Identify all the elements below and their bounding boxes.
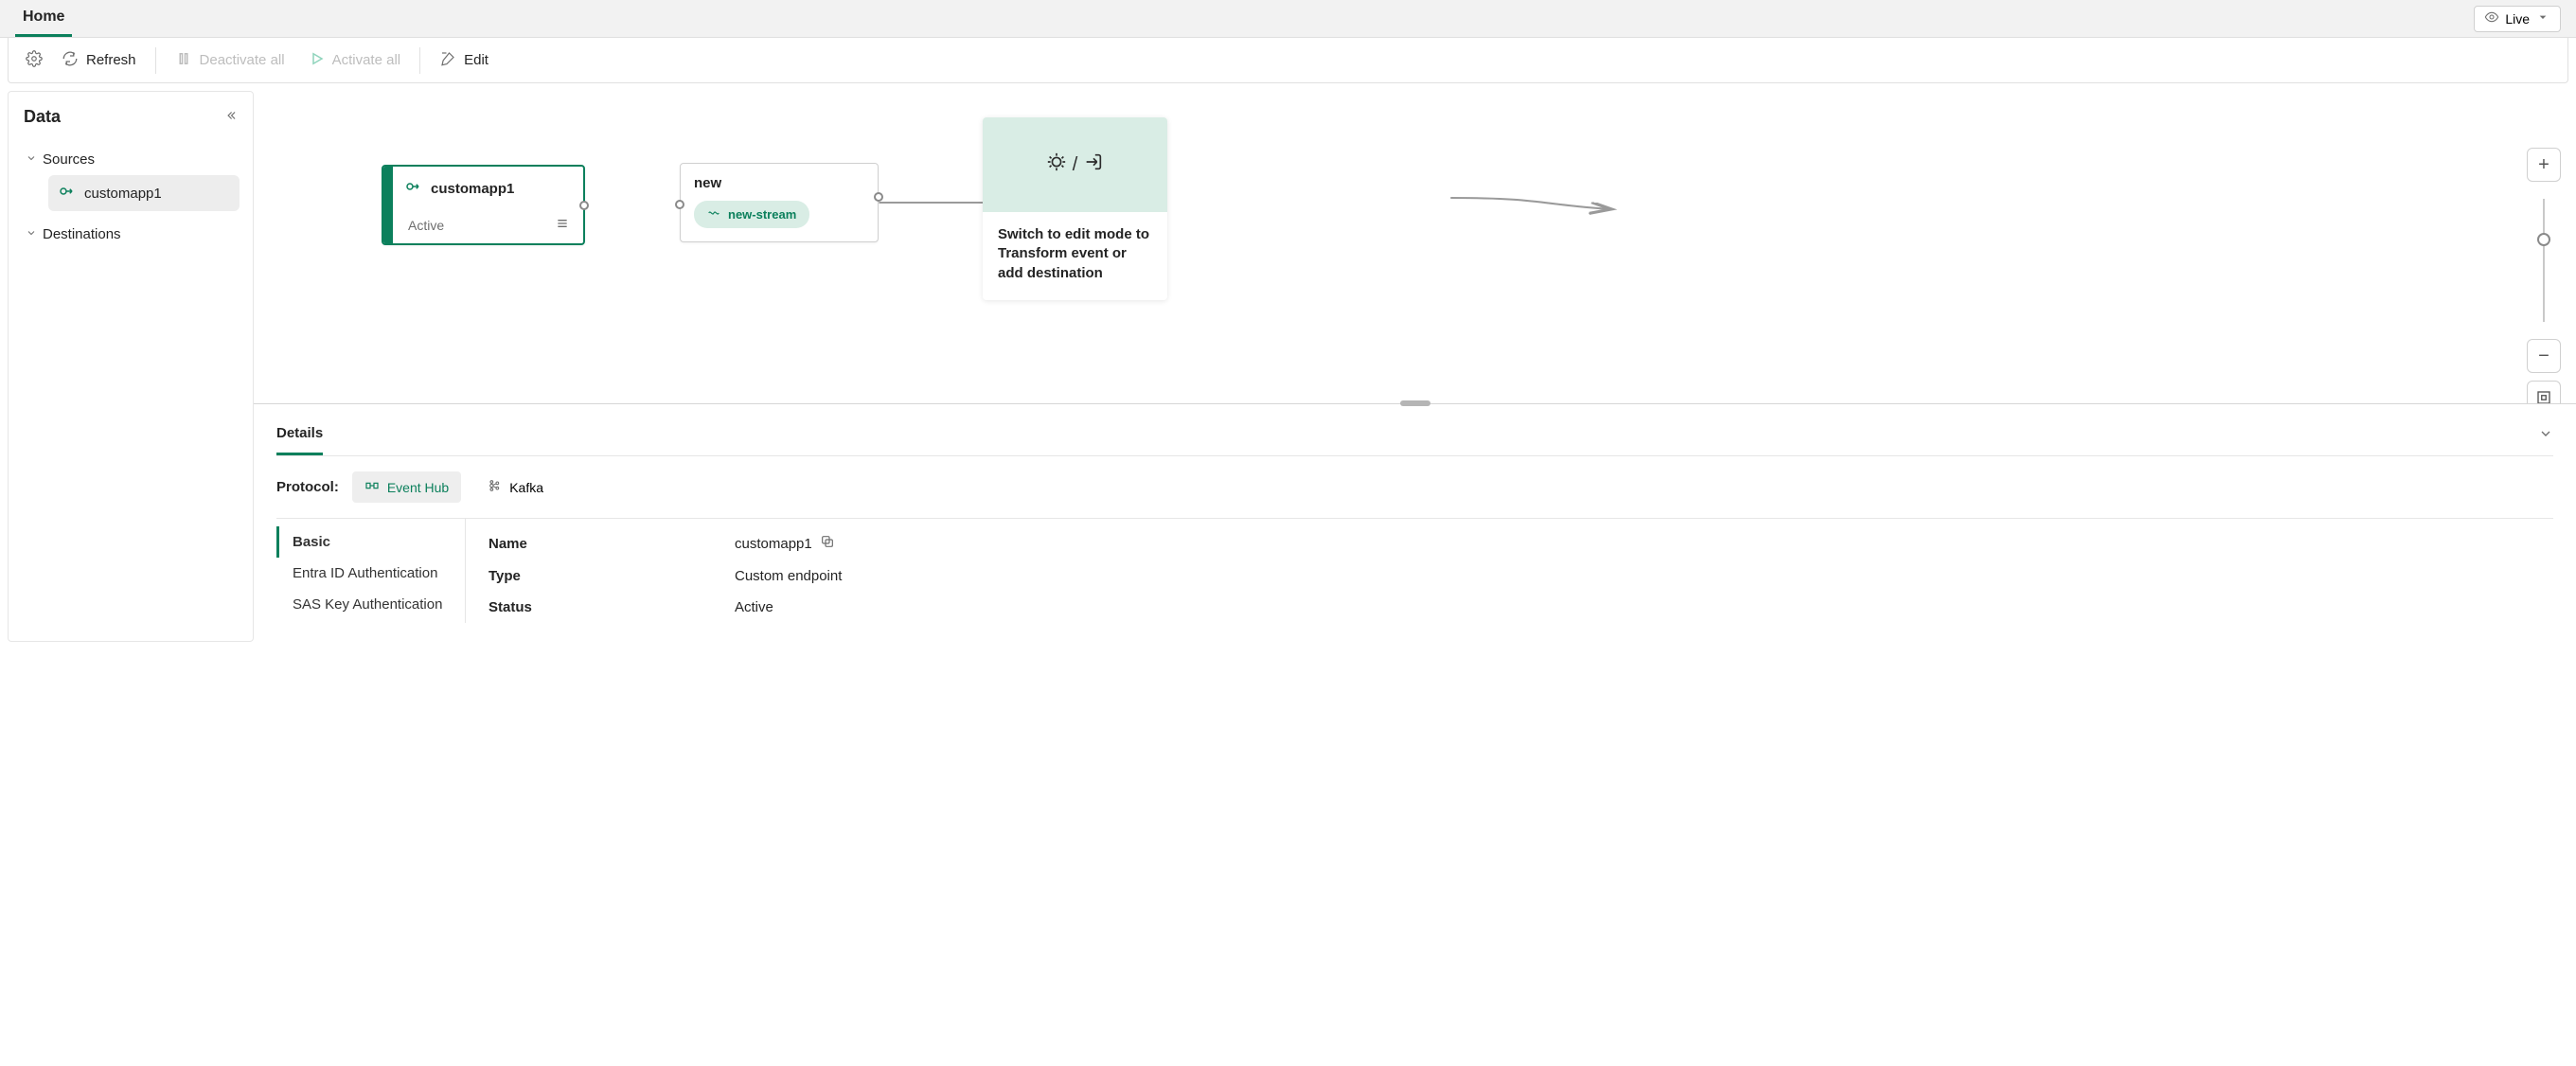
settings-button[interactable] [18,44,50,77]
deactivate-all-label: Deactivate all [200,52,285,68]
zoom-in-button[interactable]: + [2527,148,2561,182]
field-type-label: Type [489,568,735,584]
source-item-customapp1[interactable]: customapp1 [48,175,240,211]
details-tab-label: Details [276,425,323,441]
toolbar: Refresh Deactivate all Activate all Edit [8,38,2568,83]
live-label: Live [2505,11,2530,27]
zoom-fit-button[interactable] [2527,381,2561,403]
stream-pill[interactable]: new-stream [694,201,809,228]
node-stream-title: new [694,175,864,191]
refresh-button[interactable]: Refresh [50,44,148,77]
zoom-controls: + − [2527,148,2561,403]
zoom-thumb[interactable] [2537,233,2550,246]
zoom-out-button[interactable]: − [2527,339,2561,373]
pause-icon [175,50,192,71]
details-side-tabs: Basic Entra ID Authentication SAS Key Au… [276,519,466,623]
protocol-label: Protocol: [276,479,339,495]
tab-home-label: Home [23,9,64,26]
side-tab-entra[interactable]: Entra ID Authentication [276,558,465,589]
field-type-value: Custom endpoint [735,568,842,584]
copy-icon[interactable] [820,534,835,553]
refresh-icon [62,50,79,71]
output-icon [1083,151,1104,178]
eye-icon [2484,9,2499,27]
node-source-status: Active [408,218,444,233]
protocol-eventhub-button[interactable]: Event Hub [352,471,461,503]
separator-text: / [1073,154,1078,176]
kafka-icon [487,478,502,496]
data-sidebar: Data Sources customapp1 Destinations [8,91,254,642]
collapse-panel-icon[interactable] [2538,426,2553,444]
field-status-label: Status [489,599,735,615]
endpoint-icon [404,178,421,199]
node-stream-new[interactable]: new new-stream [680,163,879,242]
zoom-slider[interactable] [2543,199,2545,322]
eventhub-icon [364,478,380,496]
transform-icon [1046,151,1067,178]
details-panel: Details Protocol: Event Hub [254,407,2576,642]
chevron-down-icon [26,151,37,168]
details-fields: Name customapp1 Type Custom endpoint [466,519,842,623]
caret-down-icon [2535,9,2550,27]
refresh-label: Refresh [86,52,136,68]
play-icon [308,50,325,71]
edit-label: Edit [464,52,489,68]
pipeline-canvas[interactable]: customapp1 Active new new- [254,91,2576,403]
stream-icon [707,206,720,222]
chevron-down-icon [26,226,37,242]
stream-pill-label: new-stream [728,207,796,222]
activate-all-button[interactable]: Activate all [296,44,413,77]
tree-sources[interactable]: Sources [22,144,240,175]
gear-icon [26,50,43,71]
live-mode-button[interactable]: Live [2474,6,2561,32]
field-name-value: customapp1 [735,536,812,552]
edit-icon [439,50,456,71]
node-source-customapp1[interactable]: customapp1 Active [382,165,585,245]
port-in[interactable] [675,200,684,209]
tab-home[interactable]: Home [15,0,72,37]
sidebar-title: Data [24,107,61,127]
port-out[interactable] [579,201,589,210]
node-placeholder-destination[interactable]: / Switch to edit mode to Transform event… [983,117,1167,300]
deactivate-all-button[interactable]: Deactivate all [164,44,296,77]
protocol-eventhub-label: Event Hub [387,480,449,495]
tree-destinations[interactable]: Destinations [22,219,240,250]
node-source-title: customapp1 [431,181,514,197]
side-tab-sas[interactable]: SAS Key Authentication [276,589,465,620]
source-item-label: customapp1 [84,186,162,202]
protocol-kafka-label: Kafka [509,480,543,495]
activate-all-label: Activate all [332,52,401,68]
placeholder-text: Switch to edit mode to Transform event o… [983,212,1167,300]
tree-destinations-label: Destinations [43,226,121,242]
details-tab[interactable]: Details [276,414,323,455]
field-status-value: Active [735,599,773,615]
field-name-label: Name [489,536,735,552]
endpoint-icon [58,183,75,204]
port-out[interactable] [874,192,883,202]
edit-button[interactable]: Edit [428,44,500,77]
collapse-left-icon[interactable] [224,107,238,127]
side-tab-basic[interactable]: Basic [276,526,465,558]
panel-splitter[interactable] [254,403,2576,407]
top-tabbar: Home Live [0,0,2576,38]
hamburger-icon[interactable] [555,216,570,234]
protocol-kafka-button[interactable]: Kafka [474,471,556,503]
tree-sources-label: Sources [43,151,95,168]
